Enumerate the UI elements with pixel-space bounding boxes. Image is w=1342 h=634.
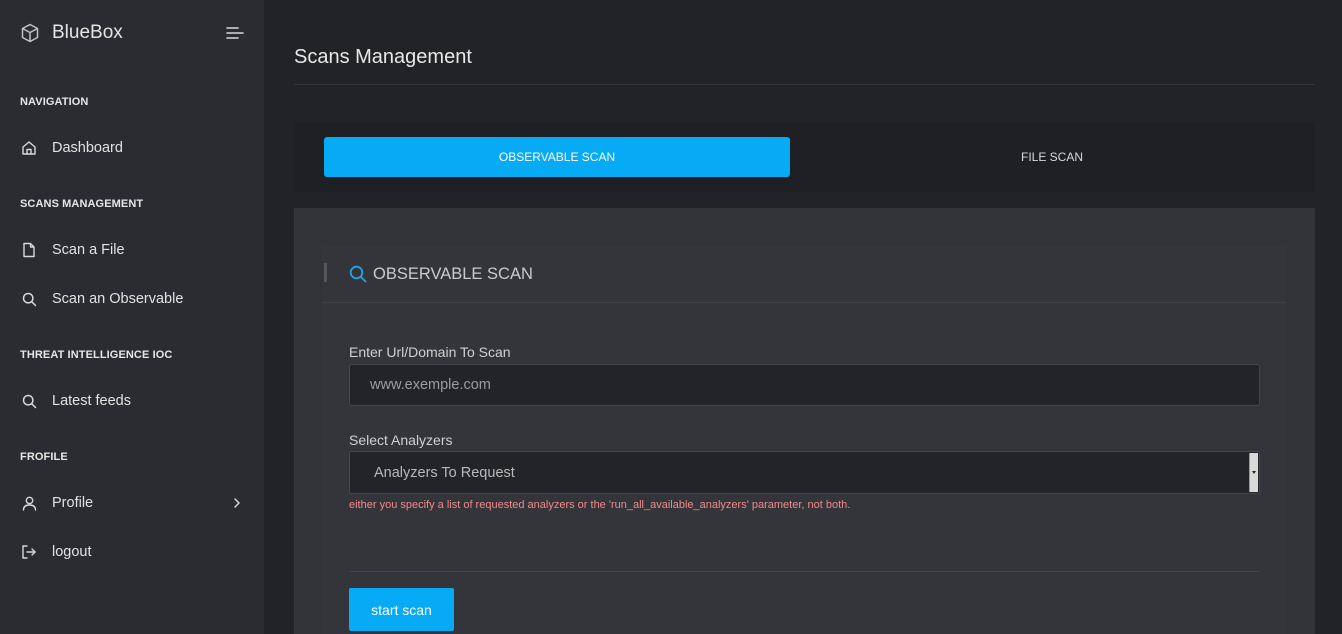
sidebar-item-label: Dashboard <box>52 140 123 156</box>
nav-section-navigation: NAVIGATION <box>20 96 89 108</box>
cube-icon <box>20 23 40 43</box>
analyzers-select-value: Analyzers To Request <box>374 465 515 481</box>
logout-icon <box>20 543 38 561</box>
sidebar-item-logout[interactable]: logout <box>20 540 250 564</box>
page-title: Scans Management <box>294 46 472 68</box>
file-icon <box>20 241 38 259</box>
select-scrollbar[interactable] <box>1249 453 1258 492</box>
search-icon <box>20 290 38 308</box>
observable-scan-card: OBSERVABLE SCAN Enter Url/Domain To Scan… <box>322 246 1286 634</box>
sidebar-item-label: Latest feeds <box>52 393 131 409</box>
sidebar-item-label: logout <box>52 544 92 560</box>
url-input[interactable] <box>349 364 1260 406</box>
analyzers-select[interactable]: Analyzers To Request <box>349 451 1260 494</box>
tab-file-scan[interactable]: FILE SCAN <box>819 137 1285 177</box>
chevron-right-icon <box>230 496 244 510</box>
search-icon <box>349 265 367 283</box>
content-panel: OBSERVABLE SCAN Enter Url/Domain To Scan… <box>294 208 1315 634</box>
home-icon <box>20 139 38 157</box>
scan-tabs: OBSERVABLE SCAN FILE SCAN <box>294 122 1315 192</box>
card-header: OBSERVABLE SCAN <box>322 246 1286 303</box>
sidebar-item-profile[interactable]: Profile <box>20 491 250 515</box>
brand[interactable]: BlueBox <box>20 22 123 44</box>
card-title: OBSERVABLE SCAN <box>373 265 533 283</box>
sidebar-item-latest-feeds[interactable]: Latest feeds <box>20 389 250 413</box>
sidebar: BlueBox NAVIGATION Dashboard SCANS MANAG… <box>0 0 264 634</box>
nav-section-scans-management: SCANS MANAGEMENT <box>20 198 144 210</box>
caret-down-icon <box>1252 471 1256 474</box>
search-icon <box>20 392 38 410</box>
tab-observable-scan[interactable]: OBSERVABLE SCAN <box>324 137 790 177</box>
header-accent <box>324 263 327 282</box>
nav-section-profile: FROFILE <box>20 451 68 463</box>
menu-toggle-icon[interactable] <box>226 26 244 40</box>
sidebar-item-dashboard[interactable]: Dashboard <box>20 136 250 160</box>
analyzers-field-label: Select Analyzers <box>349 432 453 448</box>
nav-section-threat-intel: THREAT INTELLIGENCE IOC <box>20 349 173 361</box>
user-icon <box>20 494 38 512</box>
brand-name: BlueBox <box>52 22 123 43</box>
divider <box>349 571 1260 572</box>
divider <box>294 84 1315 85</box>
start-scan-button[interactable]: start scan <box>349 588 454 631</box>
sidebar-item-scan-observable[interactable]: Scan an Observable <box>20 287 250 311</box>
sidebar-item-label: Scan a File <box>52 242 125 258</box>
sidebar-item-scan-file[interactable]: Scan a File <box>20 238 250 262</box>
sidebar-item-label: Profile <box>52 495 94 511</box>
analyzers-error-text: either you specify a list of requested a… <box>349 499 851 511</box>
sidebar-item-label: Scan an Observable <box>52 291 184 307</box>
url-field-label: Enter Url/Domain To Scan <box>349 344 511 360</box>
